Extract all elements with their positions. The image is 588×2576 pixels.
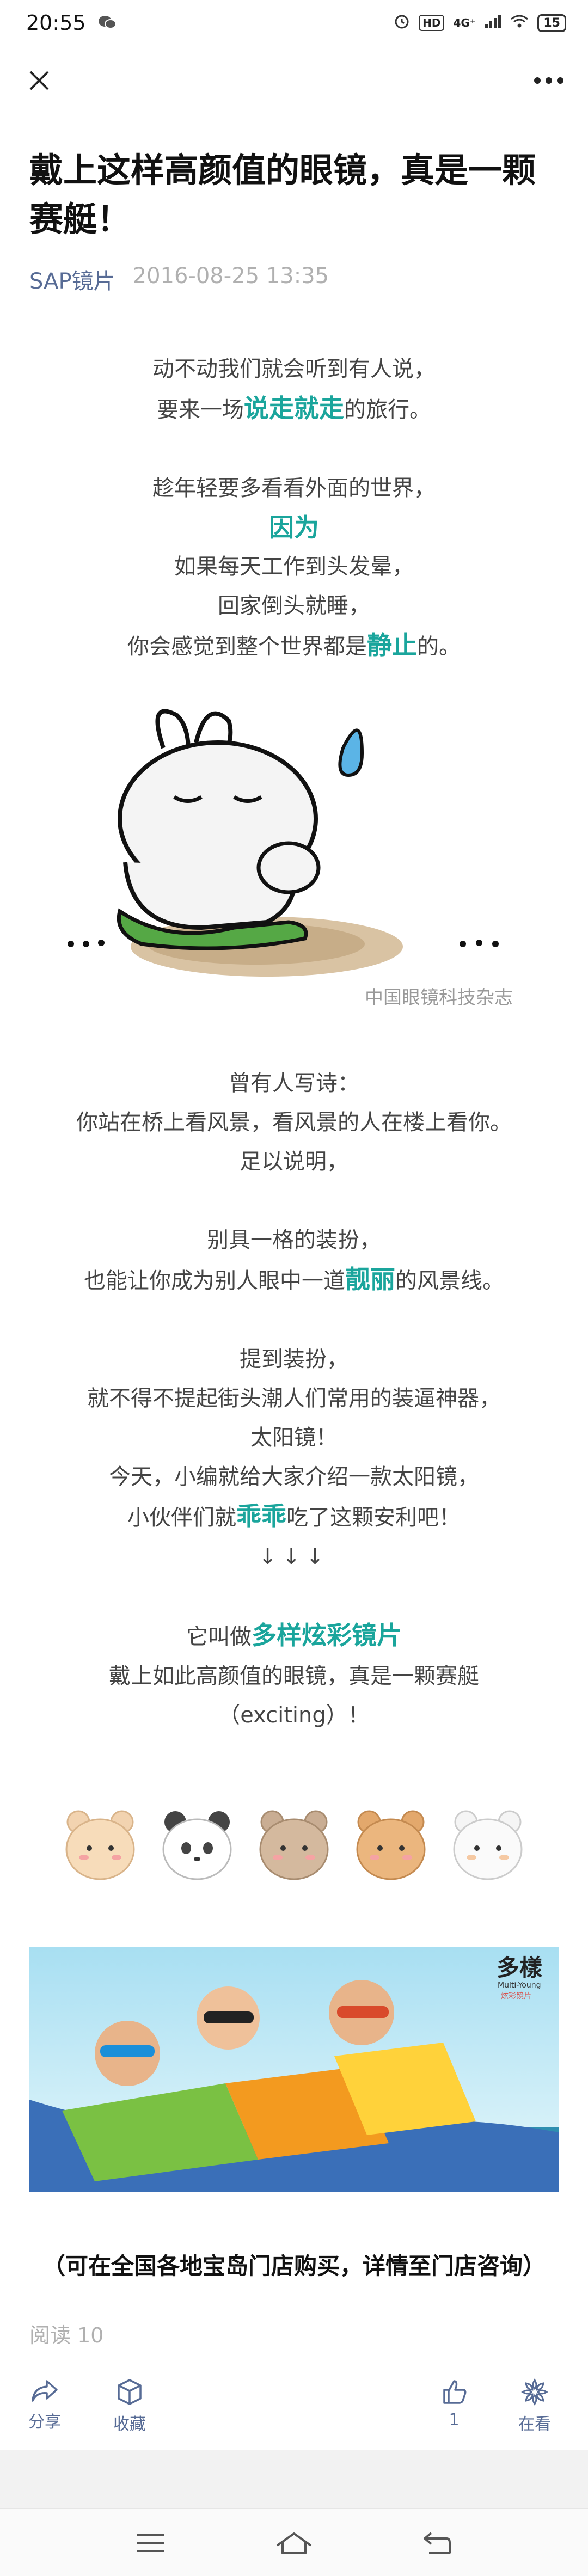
highlight-text: 乖乖 [236, 1501, 286, 1531]
bear-sticker [453, 1810, 523, 1880]
share-icon [32, 2380, 58, 2402]
highlight-text: 静止 [367, 630, 417, 660]
brand-logo-sub: 炫彩镜片 [501, 1992, 531, 2001]
home-icon [276, 2532, 312, 2554]
share-button[interactable]: 分享 [28, 2378, 61, 2432]
text-line: 如果每天工作到头发晕， [174, 554, 414, 579]
alarm-icon [394, 13, 410, 33]
text-line: 戴上如此高颜值的眼镜，真是一颗赛艇 [109, 1664, 479, 1689]
store-availability-note: （可在全国各地宝岛门店购买，详情至门店咨询） [42, 2253, 546, 2279]
text-line: 你站在桥上看风景，看风景的人在楼上看你。 [76, 1110, 512, 1135]
wechat-notification-icon [98, 11, 117, 35]
text-line: 太阳镜！ [250, 1425, 338, 1450]
close-icon [29, 71, 49, 90]
highlight-text: 说走就走 [244, 394, 344, 423]
text-line: 趁年轻要多看看外面的世界， [152, 476, 436, 501]
publish-date: 2016-08-25 13:35 [132, 263, 329, 289]
divider-band [0, 2450, 588, 2508]
looking-button[interactable]: 在看 [518, 2378, 551, 2434]
thumbs-up-icon [443, 2380, 467, 2404]
text-line: 足以说明， [240, 1149, 348, 1174]
home-button[interactable] [275, 2530, 313, 2555]
menu-icon [137, 2533, 165, 2552]
text-line: 小伙伴们就乖乖吃了这颗安利吧！ [127, 1501, 461, 1531]
network-label: 4G⁺ [453, 16, 476, 29]
article-title: 戴上这样高颜值的眼镜，真是一颗赛艇！ [29, 150, 536, 239]
article-body: 动不动我们就会听到有人说， 要来一场说走就走的旅行。 趁年轻要多看看外面的世界，… [0, 349, 588, 2286]
battery-indicator: 15 [537, 14, 566, 32]
highlight-text: 因为 [269, 513, 319, 542]
hd-badge: HD [419, 15, 445, 31]
brand-logo-text: 多樣 [497, 1954, 543, 1981]
bear-sticker [65, 1810, 135, 1880]
highlight-text: 靓丽 [345, 1265, 395, 1294]
collect-button[interactable]: 收藏 [113, 2378, 146, 2434]
panda-sticker [162, 1811, 232, 1880]
rabbit-illustration: 中国眼镜科技杂志 [68, 709, 513, 1009]
text-line: 回家倒头就睡， [218, 593, 370, 618]
text-line: 它叫做多样炫彩镜片 [186, 1621, 402, 1650]
article-action-bar: 分享 收藏 1 在看 [0, 2363, 588, 2450]
text-line: 动不动我们就会听到有人说， [152, 357, 436, 382]
wifi-icon [510, 14, 529, 32]
like-button[interactable]: 1 [440, 2378, 468, 2430]
author-link[interactable]: SAP镜片 [29, 263, 115, 295]
status-bar: 20:55 HD 4G⁺ 15 [0, 0, 588, 46]
text-line: 今天，小编就给大家介绍一款太阳镜， [109, 1464, 479, 1489]
read-count: 阅读 10 [29, 2323, 104, 2347]
menu-button[interactable] [136, 2532, 166, 2554]
text-line: 你会感觉到整个世界都是静止的。 [127, 630, 461, 660]
system-navigation-bar [0, 2508, 588, 2576]
like-count: 1 [449, 2411, 460, 2430]
bear-sticker [259, 1810, 329, 1880]
back-icon [423, 2531, 451, 2554]
highlight-text: 多样炫彩镜片 [252, 1621, 402, 1650]
down-arrows: ↓↓↓ [258, 1544, 330, 1569]
bear-sticker-row [0, 1806, 588, 1882]
more-icon [534, 77, 564, 84]
cube-icon [118, 2379, 142, 2405]
sunglasses-ad-banner: 多樣 Multi-Young 炫彩镜片 [29, 1947, 559, 2192]
close-button[interactable] [22, 63, 57, 98]
brand-logo-en: Multi-Young [498, 1981, 541, 1990]
article: 戴上这样高颜值的眼镜，真是一颗赛艇！ SAP镜片 2016-08-25 13:3… [0, 115, 588, 2348]
text-line: 提到装扮， [240, 1347, 348, 1372]
signal-icon [484, 14, 501, 32]
bear-sticker [356, 1810, 426, 1880]
text-line: 就不得不提起街头潮人们常用的装逼神器， [87, 1386, 501, 1411]
text-line: （exciting）！ [218, 1703, 370, 1728]
more-options-button[interactable] [531, 63, 566, 98]
nav-bar [0, 46, 588, 115]
flower-icon [521, 2378, 548, 2406]
text-line: 也能让你成为别人眼中一道靓丽的风景线。 [84, 1265, 504, 1294]
text-line: 别具一格的装扮， [207, 1228, 381, 1253]
watermark-text: 中国眼镜科技杂志 [365, 987, 513, 1009]
text-line: 要来一场说走就走的旅行。 [157, 394, 431, 423]
status-time: 20:55 [26, 11, 86, 35]
article-meta: SAP镜片 2016-08-25 13:35 [29, 263, 559, 295]
text-line: 曾有人写诗： [229, 1071, 359, 1096]
back-button[interactable] [422, 2531, 452, 2555]
